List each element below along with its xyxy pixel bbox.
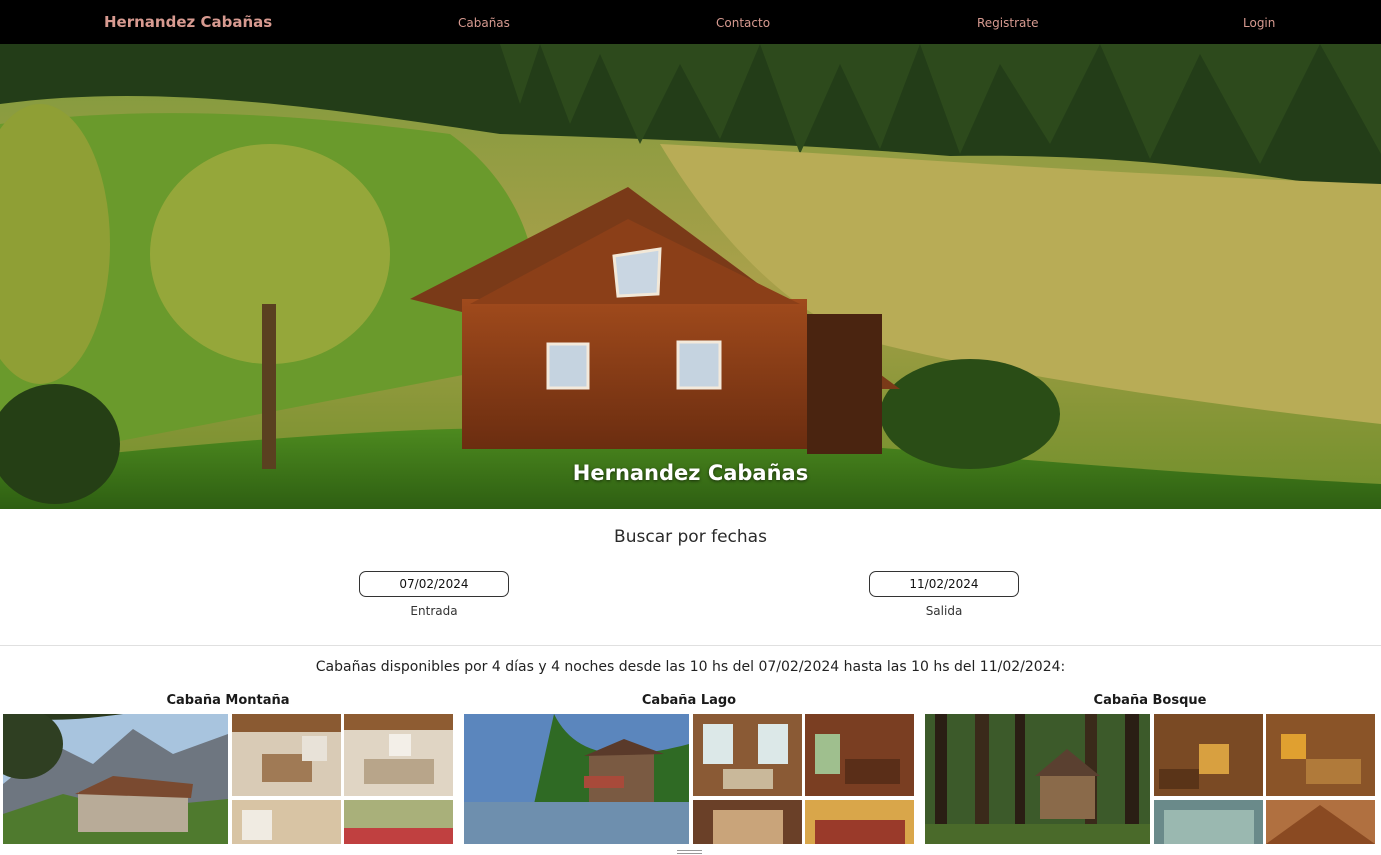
cabin-bosque-thumb-2[interactable]: [1266, 714, 1375, 796]
cabin-bosque-thumb-3[interactable]: [1154, 800, 1263, 844]
entrada-date-input[interactable]: [359, 571, 509, 597]
scroll-handle[interactable]: [677, 850, 702, 854]
navbar: Hernandez Cabañas Cabañas Contacto Regis…: [0, 0, 1381, 44]
nav-link-cabanas[interactable]: Cabañas: [458, 16, 510, 30]
nav-link-registrate[interactable]: Registrate: [977, 16, 1038, 30]
cabin-bosque-thumb-1[interactable]: [1154, 714, 1263, 796]
cabin-lago-thumb-4[interactable]: [805, 800, 914, 844]
cabin-montana-main-photo[interactable]: [3, 714, 228, 844]
search-title: Buscar por fechas: [614, 527, 767, 547]
salida-label: Salida: [925, 604, 963, 618]
hero-banner: Hernandez Cabañas: [0, 44, 1381, 509]
cabin-lago-main-photo[interactable]: [464, 714, 689, 844]
cabin-bosque-thumb-4[interactable]: [1266, 800, 1375, 844]
nav-link-login[interactable]: Login: [1243, 16, 1275, 30]
availability-summary: Cabañas disponibles por 4 días y 4 noche…: [315, 659, 1066, 675]
nav-link-contacto[interactable]: Contacto: [716, 16, 770, 30]
cabin-lago-thumb-3[interactable]: [693, 800, 802, 844]
cabin-montana-thumb-4[interactable]: [344, 800, 453, 844]
cabin-lago-thumb-2[interactable]: [805, 714, 914, 796]
cabin-title-montana[interactable]: Cabaña Montaña: [3, 693, 453, 708]
cabin-montana-thumb-1[interactable]: [232, 714, 341, 796]
cabin-bosque-main-photo[interactable]: [925, 714, 1150, 844]
cabin-title-lago[interactable]: Cabaña Lago: [464, 693, 914, 708]
cabin-montana-thumb-3[interactable]: [232, 800, 341, 844]
cabin-lago-thumb-1[interactable]: [693, 714, 802, 796]
entrada-label: Entrada: [410, 604, 458, 618]
salida-date-input[interactable]: [869, 571, 1019, 597]
hero-cabin-image: [0, 44, 1381, 509]
hero-title: Hernandez Cabañas: [572, 461, 809, 485]
cabin-title-bosque[interactable]: Cabaña Bosque: [925, 693, 1375, 708]
brand-logo-text[interactable]: Hernandez Cabañas: [104, 13, 272, 31]
cabin-montana-thumb-2[interactable]: [344, 714, 453, 796]
section-divider: [0, 645, 1381, 646]
